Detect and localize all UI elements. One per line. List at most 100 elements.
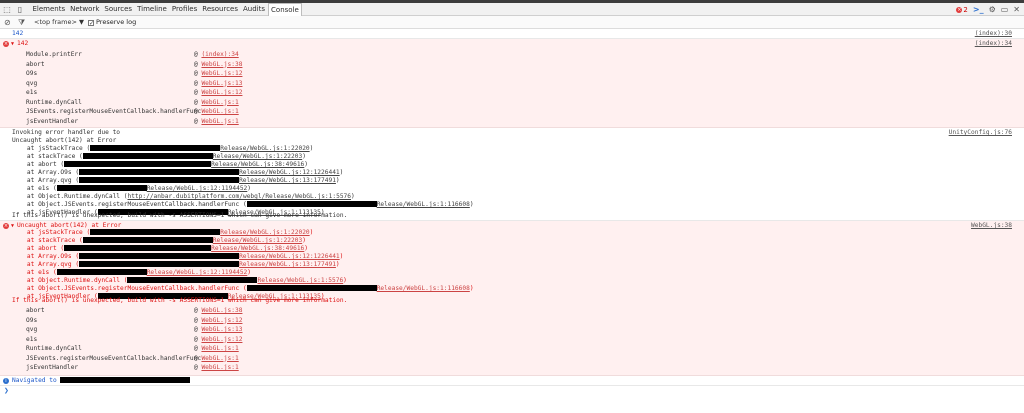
frame-source-link[interactable]: Release/WebGL.js:12:1226441: [239, 253, 340, 260]
console-prompt-icon[interactable]: ❯: [4, 387, 9, 395]
log-line: Invoking error handler due to: [12, 129, 121, 136]
preserve-log-label: Preserve log: [96, 18, 137, 26]
source-link[interactable]: (index):34: [975, 40, 1012, 48]
stack-source-link[interactable]: WebGL.js:1: [201, 355, 238, 362]
devtools-tabbar: ⬚ ▯ Elements Network Sources Timeline Pr…: [0, 3, 1024, 16]
error-icon: ×: [3, 223, 9, 229]
tab-profiles[interactable]: Profiles: [169, 3, 199, 16]
device-mode-icon[interactable]: ▯: [15, 5, 25, 14]
source-link[interactable]: WebGL.js:38: [971, 222, 1012, 230]
redacted-path: [56, 269, 147, 275]
stack-frame: at e1s (Release/WebGL.js:12:1194452): [12, 185, 252, 192]
dock-side-icon[interactable]: ▭: [1001, 3, 1009, 16]
stack-frame: at Array.qvg (Release/WebGL.js:13:177491…: [12, 261, 340, 268]
stack-frame: at Object.JSEvents.registerMouseEventCal…: [12, 201, 474, 208]
stack-location: @ WebGL.js:38: [194, 307, 243, 314]
source-link[interactable]: UnityConfig.js:76: [949, 129, 1012, 137]
redacted-path: [79, 177, 240, 183]
redacted-path: [79, 169, 240, 175]
error-icon: ×: [3, 41, 9, 47]
stack-source-link[interactable]: WebGL.js:1: [201, 118, 238, 125]
filter-icon[interactable]: ⧩: [18, 18, 25, 27]
stack-function: qvg: [26, 326, 38, 333]
frame-source-link[interactable]: Release/WebGL.js:38:49616: [211, 161, 304, 168]
tab-resources[interactable]: Resources: [200, 3, 241, 16]
stack-frame: at abort (Release/WebGL.js:38:49616): [12, 245, 309, 252]
stack-location: @ WebGL.js:13: [194, 79, 243, 87]
stack-source-link[interactable]: WebGL.js:38: [201, 61, 242, 68]
tab-console[interactable]: Console: [267, 3, 303, 16]
tab-timeline[interactable]: Timeline: [135, 3, 170, 16]
stack-function: e1s: [26, 89, 38, 96]
redacted-path: [79, 253, 240, 259]
tab-audits[interactable]: Audits: [241, 3, 268, 16]
stack-function: e1s: [26, 335, 38, 343]
expand-triangle-icon[interactable]: ▼: [11, 40, 14, 48]
stack-location: @ WebGL.js:1: [194, 345, 239, 352]
log-text: 142: [12, 30, 24, 37]
stack-function: jsEventHandler: [26, 117, 79, 125]
frame-source-link[interactable]: Release/WebGL.js:12:1226441: [239, 169, 340, 176]
stack-source-link[interactable]: WebGL.js:13: [201, 80, 242, 87]
frame-source-link[interactable]: Release/WebGL.js:1:22020: [220, 145, 309, 152]
frame-source-link[interactable]: Release/WebGL.js:1:5576: [257, 277, 343, 284]
stack-source-link[interactable]: WebGL.js:1: [201, 108, 238, 115]
stack-function: qvg: [26, 79, 38, 87]
stack-function: Runtime.dynCall: [26, 98, 82, 106]
log-message: Invoking error handler due to Uncaught a…: [0, 128, 1024, 221]
stack-frame: at Object.Runtime.dynCall (http://anbar.…: [12, 193, 355, 200]
stack-location: @ WebGL.js:1: [194, 108, 239, 115]
stack-source-link[interactable]: WebGL.js:1: [201, 364, 238, 371]
preserve-log-checkbox[interactable]: ✓: [88, 19, 94, 26]
stack-source-link[interactable]: (index):34: [201, 51, 238, 58]
stack-source-link[interactable]: WebGL.js:12: [201, 336, 242, 343]
stack-frame: at jsStackTrace (Release/WebGL.js:1:2202…: [12, 229, 314, 236]
stack-frame: at jsStackTrace (Release/WebGL.js:1:2202…: [12, 145, 314, 152]
stack-source-link[interactable]: WebGL.js:1: [201, 99, 238, 106]
stack-source-link[interactable]: WebGL.js:12: [201, 317, 242, 324]
stack-frame: at e1s (Release/WebGL.js:12:1194452): [12, 269, 252, 276]
stack-location: @ WebGL.js:1: [194, 354, 239, 362]
inspect-icon[interactable]: ⬚: [2, 5, 12, 14]
frame-source-link[interactable]: Release/WebGL.js:1:116608: [377, 201, 470, 208]
frame-source-link[interactable]: http://anbar.dubitplatform.com/webgl/Rel…: [127, 193, 351, 200]
redacted-path: [90, 229, 221, 235]
error-counter[interactable]: × 2: [956, 6, 968, 14]
log-footer: If this abort() is unexpected, build wit…: [12, 212, 348, 219]
tab-network[interactable]: Network: [68, 3, 102, 16]
frame-source-link[interactable]: Release/WebGL.js:1:22203: [213, 153, 302, 160]
frame-source-link[interactable]: Release/WebGL.js:1:22203: [213, 237, 302, 244]
frame-source-link[interactable]: Release/WebGL.js:13:177491: [239, 177, 336, 184]
frame-source-link[interactable]: Release/WebGL.js:12:1194452: [147, 185, 248, 192]
redacted-path: [82, 237, 213, 243]
stack-location: @ (index):34: [194, 51, 239, 58]
stack-frame: at stackTrace (Release/WebGL.js:1:22203): [12, 237, 306, 244]
stack-source-link[interactable]: WebGL.js:12: [201, 70, 242, 77]
clear-console-icon[interactable]: ⊘: [4, 18, 11, 27]
frame-source-link[interactable]: Release/WebGL.js:13:177491: [239, 261, 336, 268]
stack-function: abort: [26, 60, 45, 68]
source-link[interactable]: (index):30: [975, 30, 1012, 38]
frame-select[interactable]: <top frame> ▼: [34, 18, 84, 27]
frame-source-link[interactable]: Release/WebGL.js:38:49616: [211, 245, 304, 252]
stack-location: @ WebGL.js:12: [194, 335, 243, 343]
tab-elements[interactable]: Elements: [30, 3, 68, 16]
close-icon[interactable]: ✕: [1013, 3, 1020, 16]
stack-source-link[interactable]: WebGL.js:12: [201, 89, 242, 96]
stack-source-link[interactable]: WebGL.js:38: [201, 307, 242, 314]
settings-gear-icon[interactable]: ⚙: [989, 3, 996, 16]
frame-source-link[interactable]: Release/WebGL.js:1:22020: [220, 229, 309, 236]
frame-source-link[interactable]: Release/WebGL.js:12:1194452: [147, 269, 248, 276]
stack-function: JSEvents.registerMouseEventCallback.hand…: [26, 108, 202, 115]
stack-function: O9s: [26, 316, 38, 324]
frame-source-link[interactable]: Release/WebGL.js:1:116608: [377, 285, 470, 292]
redacted-path: [90, 145, 221, 151]
console-drawer-icon[interactable]: >_: [973, 3, 984, 16]
stack-frame: at stackTrace (Release/WebGL.js:1:22203): [12, 153, 306, 160]
stack-location: @ WebGL.js:12: [194, 316, 243, 324]
preserve-log-toggle[interactable]: ✓ Preserve log: [88, 18, 136, 27]
stack-location: @ WebGL.js:12: [194, 89, 243, 96]
stack-source-link[interactable]: WebGL.js:1: [201, 345, 238, 352]
tab-sources[interactable]: Sources: [102, 3, 135, 16]
stack-source-link[interactable]: WebGL.js:13: [201, 326, 242, 333]
